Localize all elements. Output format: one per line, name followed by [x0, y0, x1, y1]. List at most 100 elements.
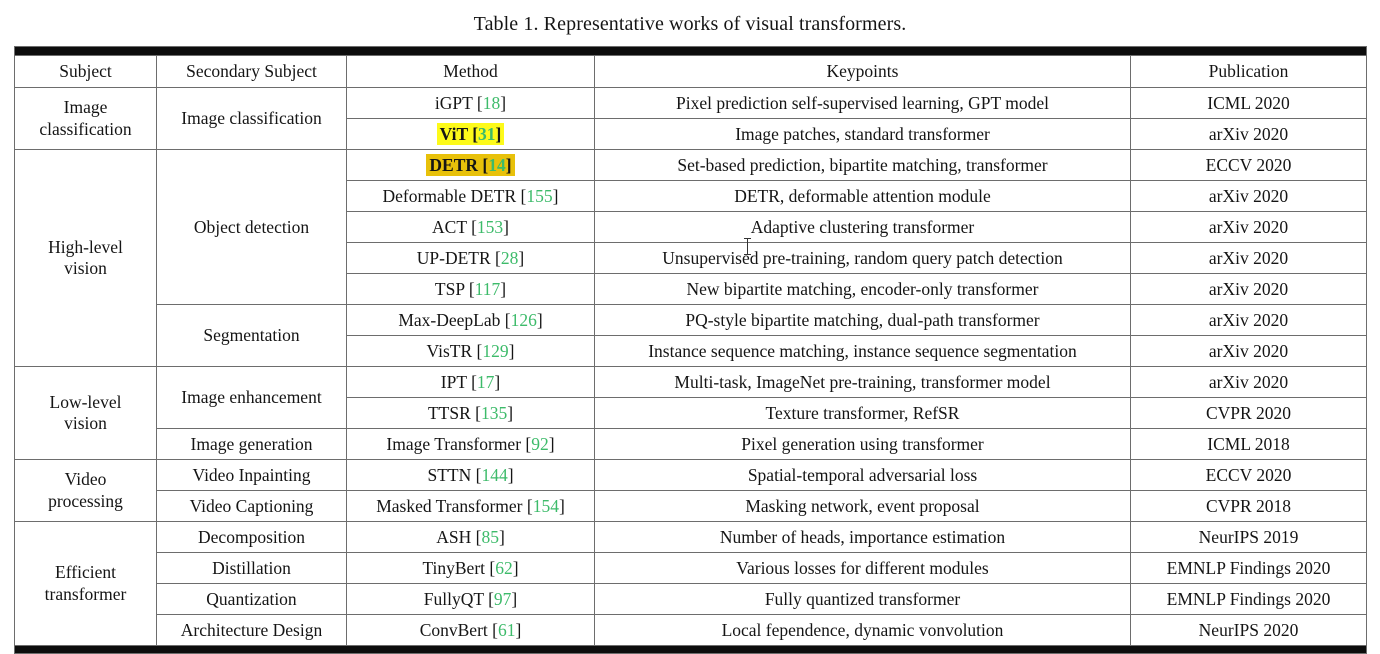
method-citation: [126]: [504, 309, 543, 330]
method-cell: TTSR [135]: [346, 397, 595, 429]
representative-works-table: Subject Secondary Subject Method Keypoin…: [13, 46, 1368, 654]
column-header-method: Method: [346, 55, 595, 88]
keypoints-cell: Instance sequence matching, instance seq…: [594, 335, 1131, 367]
table-container: Subject Secondary Subject Method Keypoin…: [0, 46, 1380, 654]
method-citation: [154]: [526, 495, 565, 516]
method-cell: iGPT [18]: [346, 87, 595, 119]
keypoints-cell: Multi-task, ImageNet pre-training, trans…: [594, 366, 1131, 398]
column-header-secondary-subject: Secondary Subject: [156, 55, 347, 88]
column-header-keypoints: Keypoints: [594, 55, 1131, 88]
publication-cell: arXiv 2020: [1129, 242, 1368, 274]
keypoints-cell: Number of heads, importance estimation: [594, 521, 1131, 553]
keypoints-cell: Local fependence, dynamic vonvolution: [594, 614, 1131, 646]
publication-cell: NeurIPS 2019: [1129, 521, 1368, 553]
method-citation: [155]: [520, 185, 559, 206]
method-cell: Deformable DETR [155]: [346, 180, 595, 212]
keypoints-cell: Various losses for different modules: [594, 552, 1131, 584]
method-cell: STTN [144]: [346, 459, 595, 491]
table-top-rule: [13, 46, 1368, 56]
method-citation: [129]: [476, 340, 515, 361]
method-name: ACT: [432, 216, 467, 237]
method-cell: ViT [31]: [346, 118, 595, 150]
secondary-subject-cell: Distillation: [156, 552, 347, 584]
method-cell: Max-DeepLab [126]: [346, 304, 595, 336]
secondary-subject-cell: Quantization: [156, 583, 347, 615]
publication-cell: arXiv 2020: [1129, 180, 1368, 212]
keypoints-cell: New bipartite matching, encoder-only tra…: [594, 273, 1131, 305]
method-name: STTN: [427, 464, 472, 485]
keypoints-cell: Pixel generation using transformer: [594, 428, 1131, 460]
column-header-subject: Subject: [14, 55, 157, 88]
secondary-subject-cell: Object detection: [156, 149, 347, 305]
table-row: High-level vision Object detection DETR …: [14, 149, 1368, 367]
method-name: TSP: [434, 278, 465, 299]
keypoints-cell: DETR, deformable attention module: [594, 180, 1131, 212]
keypoints-cell: Adaptive clustering transformer: [594, 211, 1131, 243]
method-citation: [97]: [488, 588, 518, 609]
method-citation: [92]: [525, 433, 555, 454]
table-caption: Table 1. Representative works of visual …: [473, 13, 907, 35]
method-name: Max-DeepLab: [398, 309, 501, 330]
publication-cell: ECCV 2020: [1129, 149, 1368, 181]
method-cell: ConvBert [61]: [346, 614, 595, 646]
secondary-subject-cell: Decomposition: [156, 521, 347, 553]
method-name: UP-DETR: [416, 247, 491, 268]
subject-cell-video-processing: Video processing: [14, 459, 157, 522]
publication-cell: CVPR 2018: [1129, 490, 1368, 522]
subject-cell-low-level-vision: Low-level vision: [14, 366, 157, 460]
keypoints-cell: Texture transformer, RefSR: [594, 397, 1131, 429]
method-cell: FullyQT [97]: [346, 583, 595, 615]
method-citation: [14]: [478, 154, 512, 175]
publication-cell: EMNLP Findings 2020: [1129, 552, 1368, 584]
method-citation: [61]: [492, 619, 522, 640]
keypoints-cell: Image patches, standard transformer: [594, 118, 1131, 150]
method-name: TTSR: [427, 402, 471, 423]
table-row: Quantization FullyQT [97] Fully quantize…: [15, 583, 1368, 615]
method-cell: DETR [14]: [346, 149, 595, 181]
publication-cell: ICML 2018: [1129, 428, 1368, 460]
secondary-subject-cell: Segmentation: [156, 304, 347, 367]
method-citation: [144]: [475, 464, 514, 485]
keypoints-cell: PQ-style bipartite matching, dual-path t…: [594, 304, 1131, 336]
method-cell: Image Transformer [92]: [346, 428, 595, 460]
method-name: IPT: [440, 371, 467, 392]
table-row: Image generation Image Transformer [92] …: [15, 428, 1368, 460]
table-row: Low-level vision Image enhancement IPT […: [14, 366, 1368, 460]
publication-cell: arXiv 2020: [1129, 118, 1368, 150]
column-header-publication: Publication: [1129, 55, 1368, 88]
method-citation: [28]: [495, 247, 525, 268]
subject-cell-high-level-vision: High-level vision: [14, 149, 157, 367]
method-cell: TSP [117]: [346, 273, 595, 305]
method-cell: IPT [17]: [346, 366, 595, 398]
method-citation: [135]: [475, 402, 514, 423]
method-name: VisTR: [426, 340, 473, 361]
method-cell: Masked Transformer [154]: [346, 490, 595, 522]
keypoints-cell: Pixel prediction self-supervised learnin…: [594, 87, 1131, 119]
method-citation: [62]: [489, 557, 519, 578]
publication-cell: arXiv 2020: [1129, 304, 1368, 336]
keypoints-cell: Unsupervised pre-training, random query …: [594, 242, 1131, 274]
table-row: Segmentation Max-DeepLab [126] PQ-style …: [15, 304, 1368, 367]
method-cell: VisTR [129]: [346, 335, 595, 367]
table-row: Video Captioning Masked Transformer [154…: [15, 490, 1368, 522]
publication-cell: ICML 2020: [1129, 87, 1368, 119]
method-citation: [85]: [475, 526, 505, 547]
subject-cell-efficient-transformer: Efficient transformer: [14, 521, 157, 646]
table-bottom-rule: [13, 645, 1368, 654]
keypoints-cell: Set-based prediction, bipartite matching…: [594, 149, 1131, 181]
method-cell: TinyBert [62]: [346, 552, 595, 584]
method-name: ASH: [436, 526, 472, 547]
table-body: Subject Secondary Subject Method Keypoin…: [13, 46, 1368, 654]
publication-cell: CVPR 2020: [1129, 397, 1368, 429]
method-citation: [117]: [468, 278, 507, 299]
publication-cell: arXiv 2020: [1129, 273, 1368, 305]
method-cell: ASH [85]: [346, 521, 595, 553]
secondary-subject-cell: Video Captioning: [156, 490, 347, 522]
secondary-subject-cell: Architecture Design: [156, 614, 347, 646]
method-name: Deformable DETR: [382, 185, 517, 206]
method-citation: [18]: [476, 92, 507, 113]
secondary-subject-cell: Image enhancement: [156, 366, 347, 429]
table-row: Video processing Video Inpainting STTN […: [14, 459, 1368, 522]
method-name: ViT: [439, 123, 468, 144]
method-name: Masked Transformer: [376, 495, 523, 516]
